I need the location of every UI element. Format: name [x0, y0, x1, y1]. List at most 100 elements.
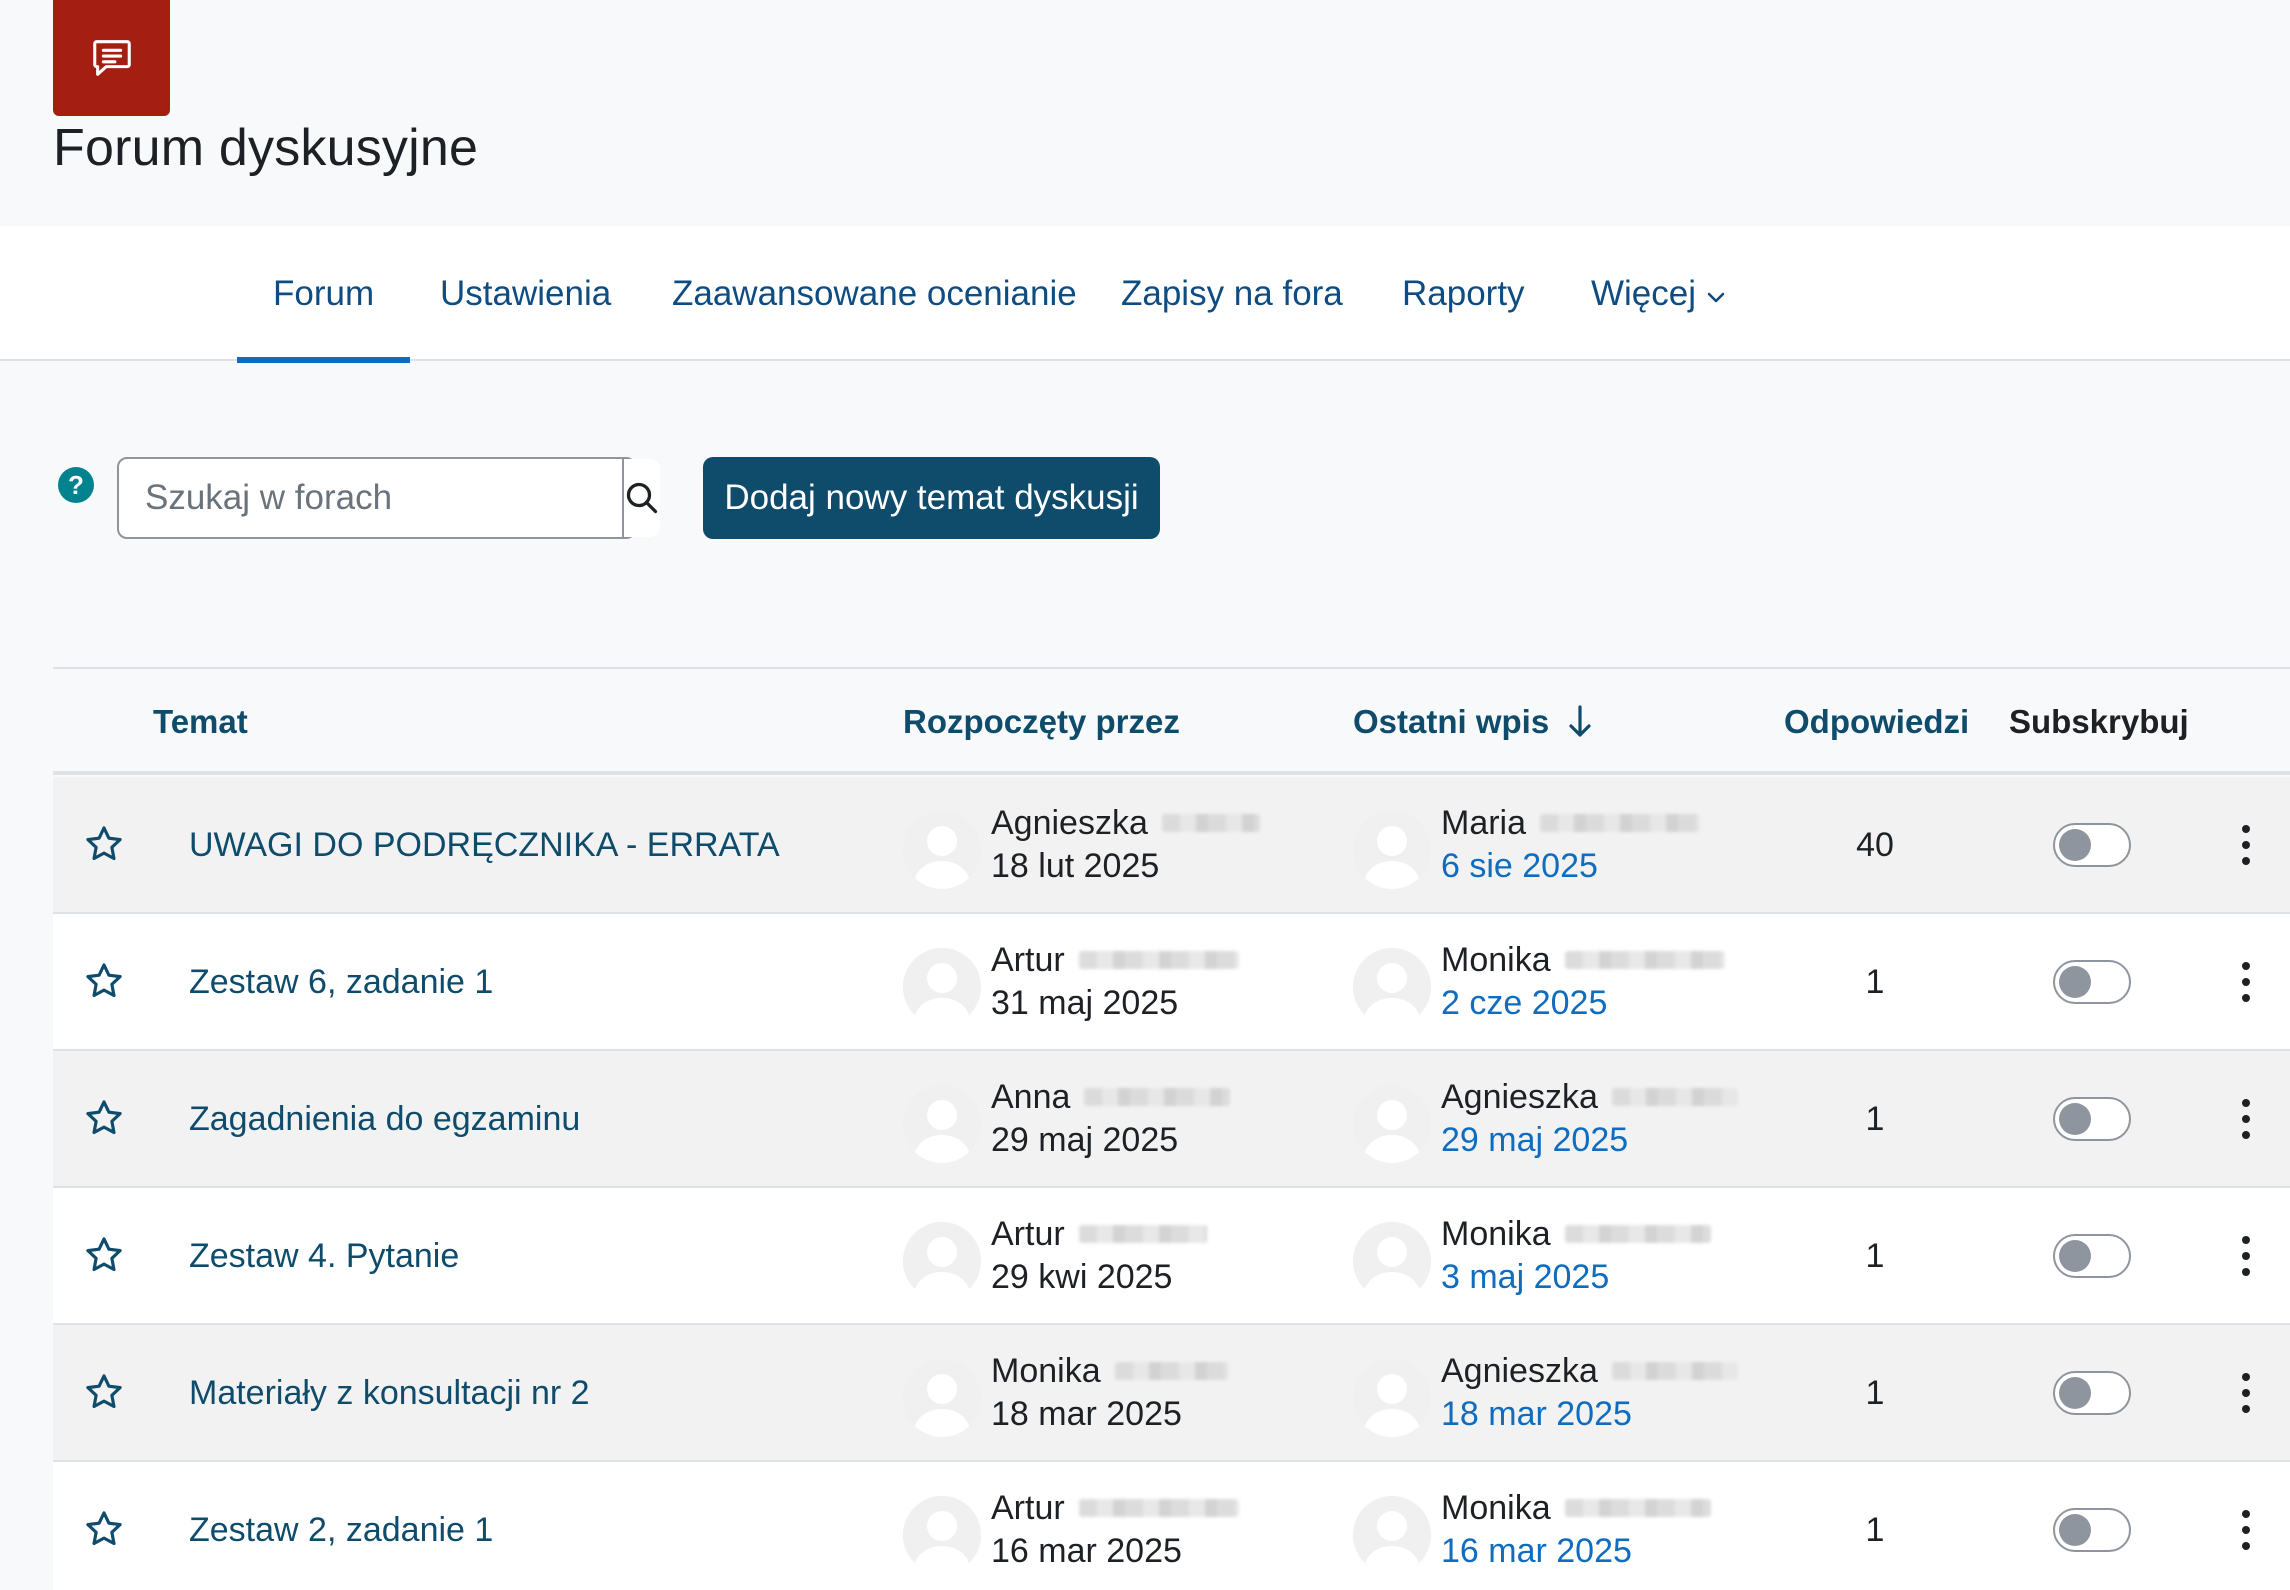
last-author-name[interactable]: Monika — [1441, 1489, 1551, 1528]
starter-name[interactable]: Artur — [991, 1489, 1065, 1528]
redacted-surname — [1078, 1499, 1239, 1517]
last-author-name[interactable]: Monika — [1441, 1215, 1551, 1254]
avatar — [903, 1359, 981, 1437]
starter-name[interactable]: Artur — [991, 941, 1065, 980]
help-icon[interactable]: ? — [58, 467, 94, 503]
kebab-menu-icon[interactable] — [2231, 1093, 2261, 1145]
starter-name[interactable]: Artur — [991, 1215, 1065, 1254]
kebab-menu-icon[interactable] — [2231, 1230, 2261, 1282]
star-icon[interactable] — [83, 1097, 125, 1139]
started-by: Artur 29 kwi 2025 — [991, 1212, 1207, 1302]
starter-name[interactable]: Agnieszka — [991, 804, 1148, 843]
column-header-last-post[interactable]: Ostatni wpis — [1353, 669, 1593, 775]
tab-label: Ustawienia — [440, 273, 612, 313]
discussion-topic-link[interactable]: UWAGI DO PODRĘCZNIKA - ERRATA — [189, 777, 780, 914]
search-button[interactable] — [622, 459, 660, 537]
last-post: Monika 2 cze 2025 — [1441, 938, 1725, 1028]
subscribe-toggle[interactable] — [2053, 823, 2131, 867]
kebab-menu-icon[interactable] — [2231, 1504, 2261, 1556]
discussion-topic-link[interactable]: Zestaw 2, zadanie 1 — [189, 1462, 493, 1590]
tab-settings[interactable]: Ustawienia — [404, 226, 647, 361]
star-icon[interactable] — [83, 960, 125, 1002]
redacted-surname — [1611, 1362, 1738, 1380]
redacted-surname — [1564, 1225, 1711, 1243]
start-date: 18 lut 2025 — [991, 847, 1160, 885]
discussion-topic-link[interactable]: Zagadnienia do egzaminu — [189, 1051, 580, 1188]
redacted-surname — [1078, 1225, 1207, 1243]
toggle-knob — [2059, 829, 2091, 861]
start-date: 29 maj 2025 — [991, 1121, 1179, 1159]
tab-label: Zaawansowane ocenianie — [672, 273, 1077, 313]
reply-count: 1 — [1865, 1374, 1885, 1412]
last-author-name[interactable]: Monika — [1441, 941, 1551, 980]
star-icon[interactable] — [83, 1508, 125, 1550]
start-date: 16 mar 2025 — [991, 1532, 1182, 1570]
tab-more[interactable]: Więcej — [1555, 226, 1762, 361]
avatar — [1353, 1085, 1431, 1163]
redacted-surname — [1540, 814, 1701, 832]
kebab-menu-icon[interactable] — [2231, 956, 2261, 1008]
avatar — [1353, 1359, 1431, 1437]
kebab-menu-icon[interactable] — [2231, 819, 2261, 871]
subscribe-toggle[interactable] — [2053, 1097, 2131, 1141]
tab-label: Zapisy na fora — [1121, 273, 1343, 313]
tab-forum[interactable]: Forum — [237, 226, 411, 363]
subscribe-toggle[interactable] — [2053, 960, 2131, 1004]
started-by: Anna 29 maj 2025 — [991, 1075, 1231, 1165]
toggle-knob — [2059, 1514, 2091, 1546]
page-header: Forum dyskusyjne — [0, 0, 2290, 226]
last-post: Agnieszka 29 maj 2025 — [1441, 1075, 1738, 1165]
avatar — [903, 1222, 981, 1300]
reply-count: 1 — [1865, 1511, 1885, 1549]
discussion-topic-link[interactable]: Zestaw 6, zadanie 1 — [189, 914, 493, 1051]
reply-count: 1 — [1865, 1237, 1885, 1275]
tab-reports[interactable]: Raporty — [1366, 226, 1561, 361]
subscribe-toggle[interactable] — [2053, 1371, 2131, 1415]
arrow-down-icon — [1569, 705, 1591, 737]
tab-label: Raporty — [1402, 273, 1525, 313]
column-header-started-by[interactable]: Rozpoczęty przez — [903, 669, 1180, 775]
last-post-date-link[interactable]: 18 mar 2025 — [1441, 1395, 1738, 1439]
last-post-date-link[interactable]: 29 maj 2025 — [1441, 1121, 1738, 1165]
table-row: Zestaw 4. Pytanie Artur 29 kwi 2025 Monika 3… — [53, 1188, 2290, 1325]
redacted-surname — [1161, 814, 1260, 832]
start-date: 31 maj 2025 — [991, 984, 1179, 1022]
tab-advanced-grading[interactable]: Zaawansowane ocenianie — [636, 226, 1113, 361]
subscribe-toggle[interactable] — [2053, 1234, 2131, 1278]
forum-search — [117, 457, 660, 539]
avatar — [903, 948, 981, 1026]
table-row: UWAGI DO PODRĘCZNIKA - ERRATA Agnieszka 18… — [53, 777, 2290, 914]
avatar — [1353, 1222, 1431, 1300]
last-author-name[interactable]: Agnieszka — [1441, 1352, 1598, 1391]
column-header-replies[interactable]: Odpowiedzi — [1784, 669, 1969, 775]
tab-subscriptions[interactable]: Zapisy na fora — [1085, 226, 1379, 361]
last-post-date-link[interactable]: 6 sie 2025 — [1441, 847, 1700, 891]
discussion-topic-link[interactable]: Materiały z konsultacji nr 2 — [189, 1325, 590, 1462]
last-post-date-link[interactable]: 2 cze 2025 — [1441, 984, 1725, 1028]
redacted-surname — [1611, 1088, 1738, 1106]
redacted-surname — [1078, 951, 1239, 969]
last-post: Agnieszka 18 mar 2025 — [1441, 1349, 1738, 1439]
tab-label: Więcej — [1591, 273, 1697, 313]
last-post-date-link[interactable]: 16 mar 2025 — [1441, 1532, 1711, 1576]
started-by: Artur 31 maj 2025 — [991, 938, 1239, 1028]
column-header-topic[interactable]: Temat — [153, 669, 248, 775]
kebab-menu-icon[interactable] — [2231, 1367, 2261, 1419]
last-author-name[interactable]: Agnieszka — [1441, 1078, 1598, 1117]
table-header: Temat Rozpoczęty przez Ostatni wpis Odpo… — [53, 669, 2290, 775]
starter-name[interactable]: Anna — [991, 1078, 1070, 1117]
avatar — [1353, 948, 1431, 1026]
last-author-name[interactable]: Maria — [1441, 804, 1526, 843]
column-header-label: Ostatni wpis — [1353, 703, 1550, 740]
redacted-surname — [1564, 1499, 1711, 1517]
discussion-topic-link[interactable]: Zestaw 4. Pytanie — [189, 1188, 459, 1325]
starter-name[interactable]: Monika — [991, 1352, 1101, 1391]
chevron-down-icon — [1706, 274, 1726, 314]
subscribe-toggle[interactable] — [2053, 1508, 2131, 1552]
star-icon[interactable] — [83, 823, 125, 865]
last-post-date-link[interactable]: 3 maj 2025 — [1441, 1258, 1711, 1302]
star-icon[interactable] — [83, 1234, 125, 1276]
add-discussion-button[interactable]: Dodaj nowy temat dyskusji — [703, 457, 1160, 539]
star-icon[interactable] — [83, 1371, 125, 1413]
search-input[interactable] — [119, 459, 622, 537]
